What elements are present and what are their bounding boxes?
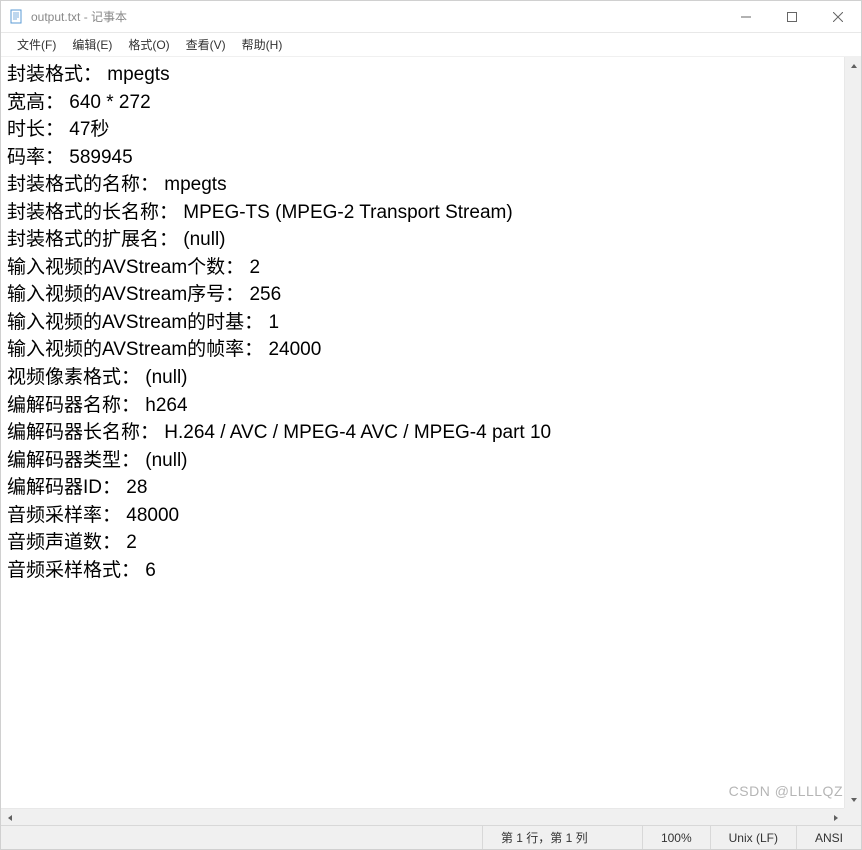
text-editor[interactable]: 封装格式： mpegts 宽高： 640 * 272 时长： 47秒 码率： 5… [1,57,844,808]
menu-help[interactable]: 帮助(H) [234,34,291,55]
status-line-ending: Unix (LF) [710,826,796,849]
scroll-up-arrow-icon[interactable] [845,57,862,74]
minimize-button[interactable] [723,1,769,32]
vertical-scrollbar[interactable] [844,57,861,808]
content-area: 封装格式： mpegts 宽高： 640 * 272 时长： 47秒 码率： 5… [1,57,861,825]
close-button[interactable] [815,1,861,32]
status-zoom: 100% [642,826,710,849]
scroll-track-vertical[interactable] [845,74,861,791]
menu-file[interactable]: 文件(F) [9,34,64,55]
window-controls [723,1,861,32]
window-title: output.txt - 记事本 [31,8,723,25]
notepad-icon [9,9,25,25]
horizontal-scrollbar[interactable] [1,808,844,825]
scroll-right-arrow-icon[interactable] [827,809,844,826]
titlebar: output.txt - 记事本 [1,1,861,33]
scroll-left-arrow-icon[interactable] [1,809,18,826]
menu-format[interactable]: 格式(O) [120,34,177,55]
scroll-track-horizontal[interactable] [18,809,827,825]
status-encoding: ANSI [796,826,861,849]
status-cursor-position: 第 1 行，第 1 列 [482,826,642,849]
statusbar: 第 1 行，第 1 列 100% Unix (LF) ANSI [1,825,861,849]
menu-edit[interactable]: 编辑(E) [64,34,120,55]
scroll-down-arrow-icon[interactable] [845,791,862,808]
scroll-corner [844,808,861,825]
menu-view[interactable]: 查看(V) [178,34,234,55]
maximize-button[interactable] [769,1,815,32]
menubar: 文件(F) 编辑(E) 格式(O) 查看(V) 帮助(H) [1,33,861,57]
